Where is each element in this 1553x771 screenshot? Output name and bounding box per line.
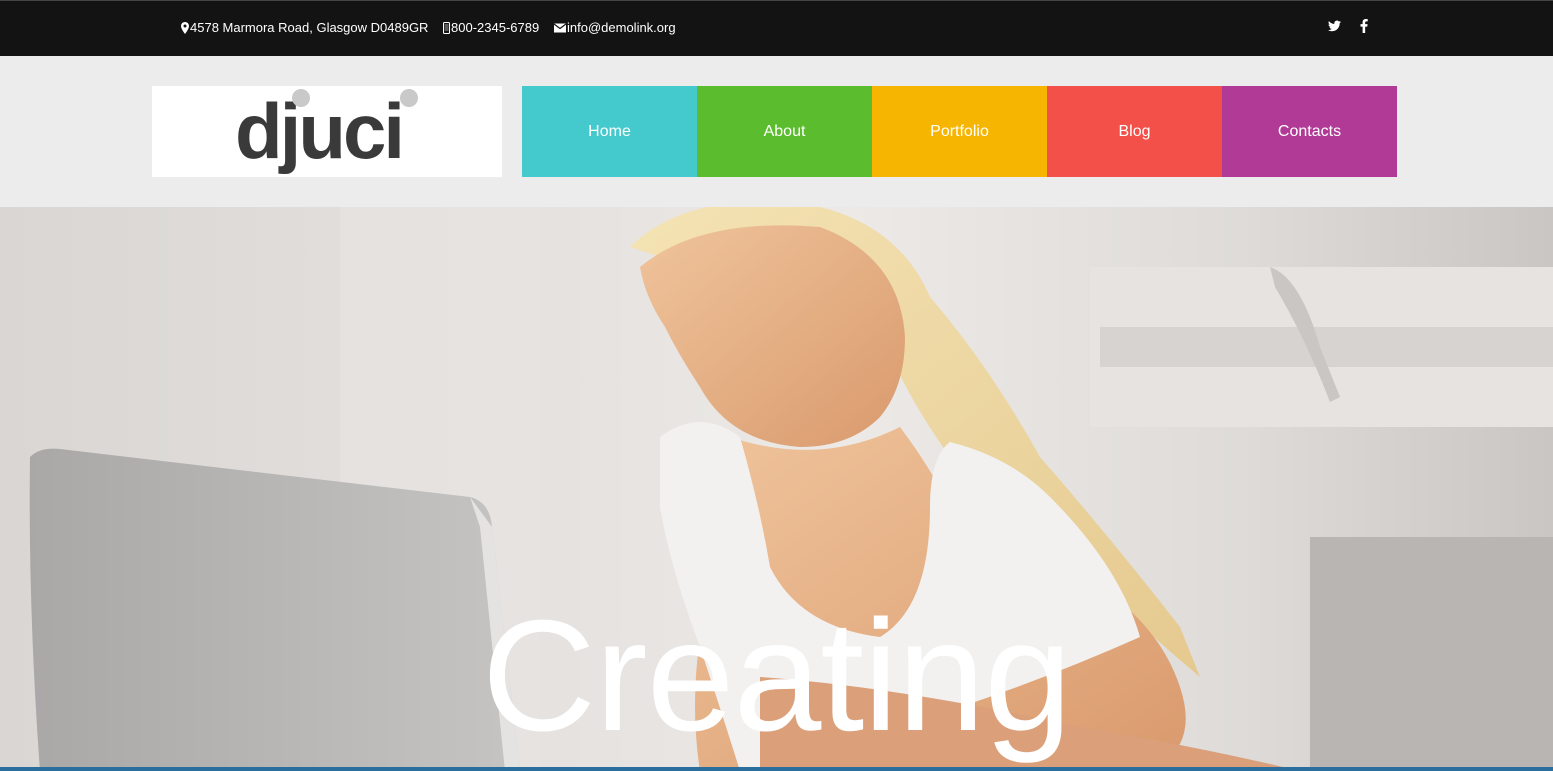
nav-item-home[interactable]: Home — [522, 86, 697, 177]
nav-item-about[interactable]: About — [697, 86, 872, 177]
phone-text[interactable]: 800-2345-6789 — [451, 20, 539, 35]
phone-icon — [443, 21, 450, 34]
nav-item-contacts[interactable]: Contacts — [1222, 86, 1397, 177]
hero-headline: Creating — [481, 588, 1072, 764]
email-text[interactable]: info@demolink.org — [567, 20, 676, 35]
top-bar: 4578 Marmora Road, Glasgow D0489GR 800-2… — [0, 0, 1553, 56]
nav-item-label: Blog — [1118, 122, 1151, 140]
nav-item-label: Portfolio — [930, 122, 989, 140]
nav-item-label: Contacts — [1277, 122, 1342, 140]
nav-item-portfolio[interactable]: Portfolio — [872, 86, 1047, 177]
logo-dot — [400, 89, 418, 107]
twitter-icon[interactable] — [1328, 19, 1341, 37]
email-info[interactable]: info@demolink.org — [554, 20, 676, 35]
address-text: 4578 Marmora Road, Glasgow D0489GR — [190, 20, 429, 35]
map-marker-icon — [181, 21, 189, 34]
phone-info[interactable]: 800-2345-6789 — [443, 20, 539, 35]
nav-item-blog[interactable]: Blog — [1047, 86, 1222, 177]
hero-banner: Creating — [0, 207, 1553, 771]
envelope-icon — [554, 23, 566, 32]
nav-item-label: About — [763, 122, 806, 140]
site-logo[interactable]: djuci — [152, 86, 502, 177]
site-header: djuci Home About Portfolio Blog Contacts — [0, 56, 1553, 207]
main-nav: Home About Portfolio Blog Contacts — [522, 86, 1397, 177]
facebook-icon[interactable] — [1360, 18, 1368, 38]
logo-dot — [292, 89, 310, 107]
address-info: 4578 Marmora Road, Glasgow D0489GR — [181, 20, 428, 35]
logo-wordmark: djuci — [235, 87, 405, 175]
page-bottom-line — [0, 767, 1553, 771]
nav-item-label: Home — [588, 122, 631, 140]
